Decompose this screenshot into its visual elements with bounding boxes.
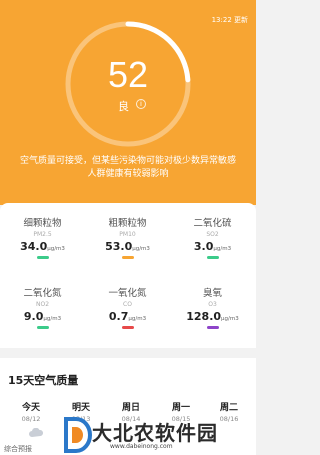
aqi-value: 52: [107, 54, 149, 95]
forecast-day[interactable]: 今天 08/12: [6, 400, 56, 423]
pollutant-code: O3: [208, 301, 217, 308]
pollutant-pm25[interactable]: 细颗粒物 PM2.5 34.0μg/m3: [0, 215, 85, 259]
level-bar: [36, 256, 49, 259]
cloud-icon: [29, 428, 44, 437]
pollutant-code: PM2.5: [33, 231, 52, 238]
update-time: 13:22 更新: [211, 16, 248, 24]
level-bar: [206, 326, 219, 329]
pollutant-name: 二氧化氮: [23, 288, 62, 299]
day-name: 周日: [121, 403, 140, 413]
pollutant-value: 0.7μg/m3: [108, 310, 147, 323]
pollutant-no2[interactable]: 二氧化氮 NO2 9.0μg/m3: [0, 285, 85, 329]
pollutant-value: 128.0μg/m3: [186, 310, 239, 323]
pollutant-value: 9.0μg/m3: [23, 310, 62, 323]
watermark-text: 大北农软件园: [92, 421, 218, 445]
level-bar: [36, 326, 49, 329]
pollutant-name: 一氧化氮: [108, 288, 147, 299]
pollutant-code: NO2: [35, 301, 50, 308]
level-bar: [121, 256, 134, 259]
day-name: 明天: [71, 403, 90, 413]
day-name: 今天: [21, 403, 40, 413]
forecast-title: 15天空气质量: [8, 374, 79, 387]
watermark-logo-icon: [64, 417, 92, 453]
pollutant-value: 53.0μg/m3: [105, 240, 150, 253]
watermark: 大北农软件园 www.dabeinong.com: [62, 415, 256, 455]
pollutant-co[interactable]: 一氧化氮 CO 0.7μg/m3: [85, 285, 170, 329]
level-bar: [206, 256, 219, 259]
day-name: 周二: [219, 403, 238, 413]
aqi-hero-panel: 13:22 更新 52 良 i 空气质量可接受，但某些污染物可能对极少数异常敏感…: [0, 0, 256, 205]
health-advice: 空气质量可接受，但某些污染物可能对极少数异常敏感人群健康有较弱影响: [20, 156, 237, 179]
watermark-url: www.dabeinong.com: [110, 443, 173, 450]
level-bar: [121, 326, 134, 329]
pollutant-so2[interactable]: 二氧化硫 SO2 3.0μg/m3: [170, 215, 255, 259]
pollutant-name: 细颗粒物: [23, 218, 62, 229]
forecast-sub-label: 综合预报: [4, 445, 32, 453]
pollutant-value: 34.0μg/m3: [20, 240, 65, 253]
day-date: 08/12: [21, 415, 41, 423]
pollutant-name: 臭氧: [202, 288, 222, 299]
pollutant-grid: 细颗粒物 PM2.5 34.0μg/m3 粗颗粒物 PM10 53.0μg/m3…: [0, 203, 256, 348]
pollutant-name: 粗颗粒物: [108, 218, 147, 229]
pollutant-pm10[interactable]: 粗颗粒物 PM10 53.0μg/m3: [85, 215, 170, 259]
info-icon[interactable]: i: [136, 99, 146, 109]
pollutant-name: 二氧化硫: [193, 218, 232, 229]
pollutant-value: 3.0μg/m3: [193, 240, 232, 253]
pollutant-code: PM10: [119, 231, 136, 238]
day-name: 周一: [171, 403, 190, 413]
aqi-level: 良: [118, 100, 129, 113]
pollutant-o3[interactable]: 臭氧 O3 128.0μg/m3: [170, 285, 255, 329]
pollutant-code: CO: [123, 301, 132, 308]
pollutant-code: SO2: [206, 231, 219, 238]
